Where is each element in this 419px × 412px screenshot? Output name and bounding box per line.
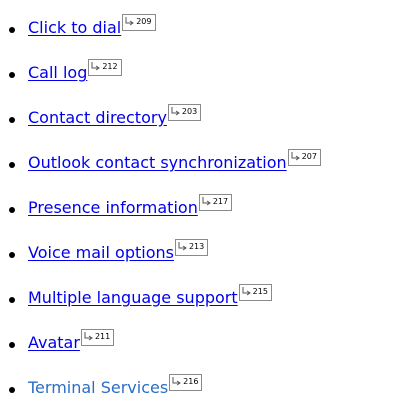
feature-link[interactable]: Presence information 217 [28,194,233,220]
page-reference-number: 211 [94,332,111,341]
page-reference-number: 203 [181,107,198,116]
page-reference-arrow-icon [177,240,189,255]
feature-link-label[interactable]: Contact directory [28,108,167,127]
feature-link[interactable]: Outlook contact synchronization 207 [28,149,321,175]
page-reference-number: 217 [212,197,229,206]
page-reference[interactable]: 213 [174,239,209,256]
page-reference-number: 207 [301,152,317,161]
bullet-icon [9,297,15,303]
feature-link[interactable]: Voice mail options 213 [28,239,209,265]
page-reference[interactable]: 215 [238,284,272,301]
feature-link-label[interactable]: Terminal Services [28,378,168,397]
page-reference-arrow-icon [90,60,102,75]
feature-link[interactable]: Avatar 211 [28,329,115,355]
feature-link-label[interactable]: Multiple language support [28,288,238,307]
feature-link[interactable]: Click to dial 209 [28,14,156,40]
page-reference-number: 209 [136,17,152,26]
page-reference[interactable]: 211 [80,329,115,346]
feature-link-label[interactable]: Presence information [28,198,198,217]
list-item: Presence information 217 [0,183,419,228]
list-item: Contact directory 203 [0,93,419,138]
page-reference[interactable]: 217 [198,194,233,211]
list-item: Voice mail options 213 [0,228,419,273]
bullet-icon [9,387,15,393]
page-reference-arrow-icon [83,330,95,345]
list-item: Multiple language support 215 [0,273,419,318]
bullet-icon [9,117,15,123]
page-reference[interactable]: 207 [287,149,321,166]
feature-link-label[interactable]: Outlook contact synchronization [28,153,287,172]
page-reference-arrow-icon [171,375,183,390]
bullet-icon [9,72,15,78]
page-reference[interactable]: 209 [122,14,156,31]
feature-link[interactable]: Contact directory 203 [28,104,202,130]
feature-link-label[interactable]: Avatar [28,333,80,352]
list-item: Call log 212 [0,48,419,93]
feature-link[interactable]: Call log 212 [28,59,122,85]
bullet-icon [9,342,15,348]
page-reference[interactable]: 212 [88,59,122,76]
page-reference-arrow-icon [170,105,182,120]
list-item: Terminal Services 216 [0,363,419,408]
bullet-icon [9,27,15,33]
bullet-icon [9,207,15,213]
page-reference-arrow-icon [201,195,213,210]
feature-link-label[interactable]: Voice mail options [28,243,174,262]
page-reference-number: 212 [102,62,118,71]
page-reference-number: 216 [183,377,199,386]
page-reference-number: 215 [252,287,268,296]
list-item: Avatar 211 [0,318,419,363]
list-item: Click to dial 209 [0,3,419,48]
feature-link[interactable]: Terminal Services 216 [28,374,203,400]
feature-link-label[interactable]: Click to dial [28,18,121,37]
page-reference-arrow-icon [290,150,302,165]
feature-list: Click to dial 209 Call log 212 Contact dir… [0,3,419,408]
bullet-icon [9,162,15,168]
feature-link-label[interactable]: Call log [28,63,87,82]
list-item: Outlook contact synchronization 207 [0,138,419,183]
page-reference-number: 213 [188,242,205,251]
bullet-icon [9,252,15,258]
page-reference[interactable]: 203 [167,104,202,121]
feature-link[interactable]: Multiple language support 215 [28,284,272,310]
page-reference-arrow-icon [241,285,253,300]
page-reference[interactable]: 216 [169,374,203,391]
page-reference-arrow-icon [124,15,136,30]
